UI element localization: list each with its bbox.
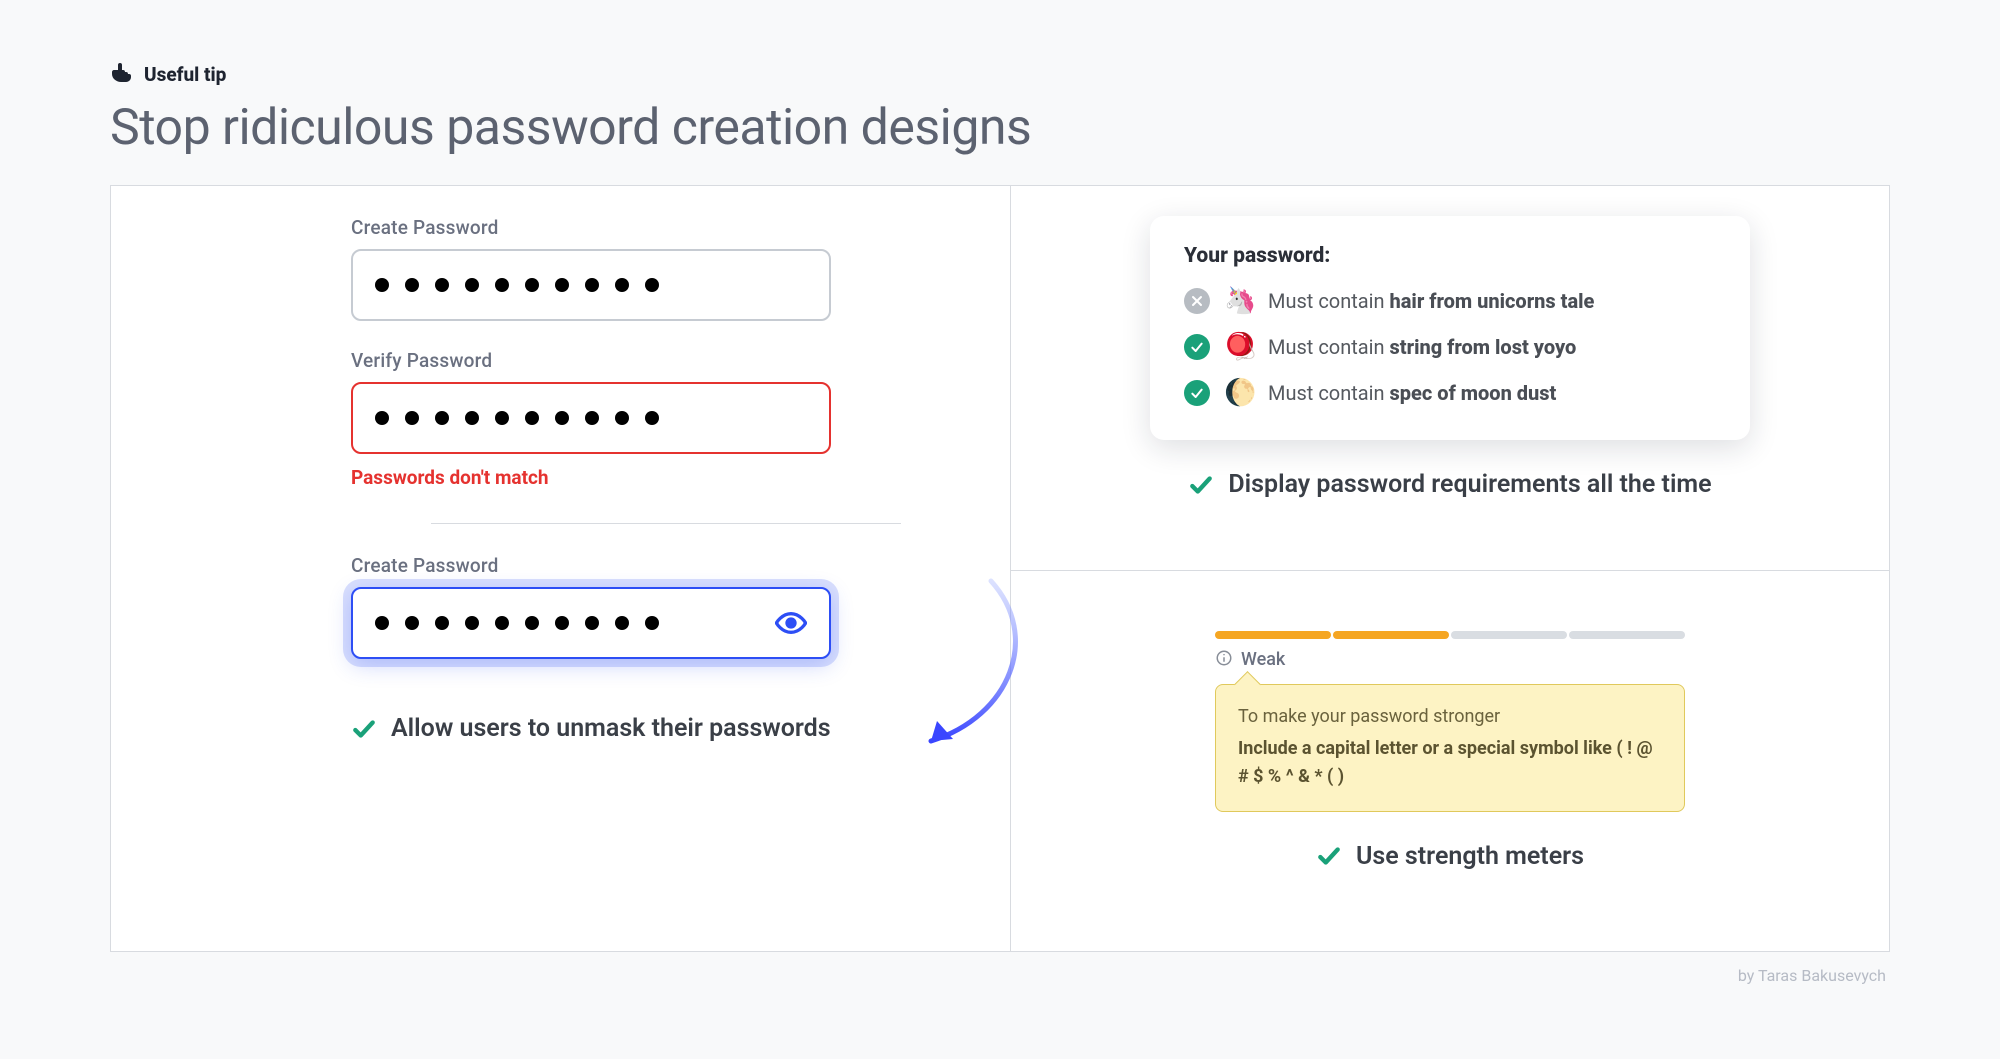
page-title: Stop ridiculous password creation design…	[110, 99, 1890, 157]
requirements-heading: Your password:	[1184, 244, 1716, 268]
eye-icon[interactable]	[775, 607, 807, 639]
strength-tooltip: To make your password stronger Include a…	[1215, 684, 1685, 812]
divider	[431, 523, 901, 524]
requirement-text: Must contain hair from unicorns tale	[1268, 289, 1594, 313]
caption-text: Use strength meters	[1356, 842, 1584, 871]
panel-strength-caption: Use strength meters	[1316, 842, 1584, 871]
requirements-card: Your password: 🦄 Must contain hair from u…	[1150, 216, 1750, 440]
tip-kicker: Useful tip	[110, 60, 1890, 89]
strength-segment	[1451, 631, 1567, 639]
requirement-emoji: 🦄	[1224, 286, 1254, 316]
strength-segment	[1333, 631, 1449, 639]
panel-requirements: Your password: 🦄 Must contain hair from u…	[1011, 186, 1889, 571]
requirement-item: 🦄 Must contain hair from unicorns tale	[1184, 286, 1716, 316]
check-icon	[351, 716, 377, 742]
tip-kicker-text: Useful tip	[144, 63, 226, 86]
strength-segment	[1569, 631, 1685, 639]
password-dots	[375, 616, 659, 630]
create-password-field[interactable]	[351, 249, 831, 321]
panel-strength: Weak To make your password stronger Incl…	[1011, 571, 1889, 951]
check-icon	[1316, 843, 1342, 869]
requirement-emoji: 🪀	[1224, 332, 1254, 362]
requirement-item: 🪀 Must contain string from lost yoyo	[1184, 332, 1716, 362]
requirements-list: 🦄 Must contain hair from unicorns tale 🪀 Mu…	[1184, 286, 1716, 408]
caption-text: Display password requirements all the ti…	[1228, 470, 1711, 499]
create-password-label-2: Create Password	[351, 554, 831, 577]
password-mismatch-error: Passwords don't match	[351, 466, 831, 489]
byline: by Taras Bakusevych	[110, 966, 1890, 985]
verify-password-label: Verify Password	[351, 349, 831, 372]
password-dots	[375, 278, 659, 292]
check-circle-icon	[1184, 380, 1210, 406]
requirement-emoji: 🌔	[1224, 378, 1254, 408]
strength-label-text: Weak	[1241, 649, 1285, 670]
tooltip-title: To make your password stronger	[1238, 703, 1662, 731]
panel-unmask-caption: Allow users to unmask their passwords	[351, 714, 831, 743]
caption-text: Allow users to unmask their passwords	[391, 714, 831, 743]
strength-meter	[1215, 631, 1685, 639]
verify-password-field[interactable]	[351, 382, 831, 454]
password-dots	[375, 411, 659, 425]
x-circle-icon	[1184, 288, 1210, 314]
check-icon	[1188, 472, 1214, 498]
create-password-label: Create Password	[351, 216, 831, 239]
check-circle-icon	[1184, 334, 1210, 360]
info-icon	[1215, 649, 1233, 667]
requirement-text: Must contain string from lost yoyo	[1268, 335, 1576, 359]
strength-label: Weak	[1215, 649, 1685, 670]
create-password-field-active[interactable]	[351, 587, 831, 659]
pointing-hand-icon	[110, 60, 134, 89]
tooltip-body: Include a capital letter or a special sy…	[1238, 738, 1653, 787]
illustration-board: Create Password Verify Password Password…	[110, 185, 1890, 952]
requirement-item: 🌔 Must contain spec of moon dust	[1184, 378, 1716, 408]
panel-unmask: Create Password Verify Password Password…	[111, 186, 1011, 951]
panel-requirements-caption: Display password requirements all the ti…	[1188, 470, 1711, 499]
requirement-text: Must contain spec of moon dust	[1268, 381, 1556, 405]
strength-segment	[1215, 631, 1331, 639]
